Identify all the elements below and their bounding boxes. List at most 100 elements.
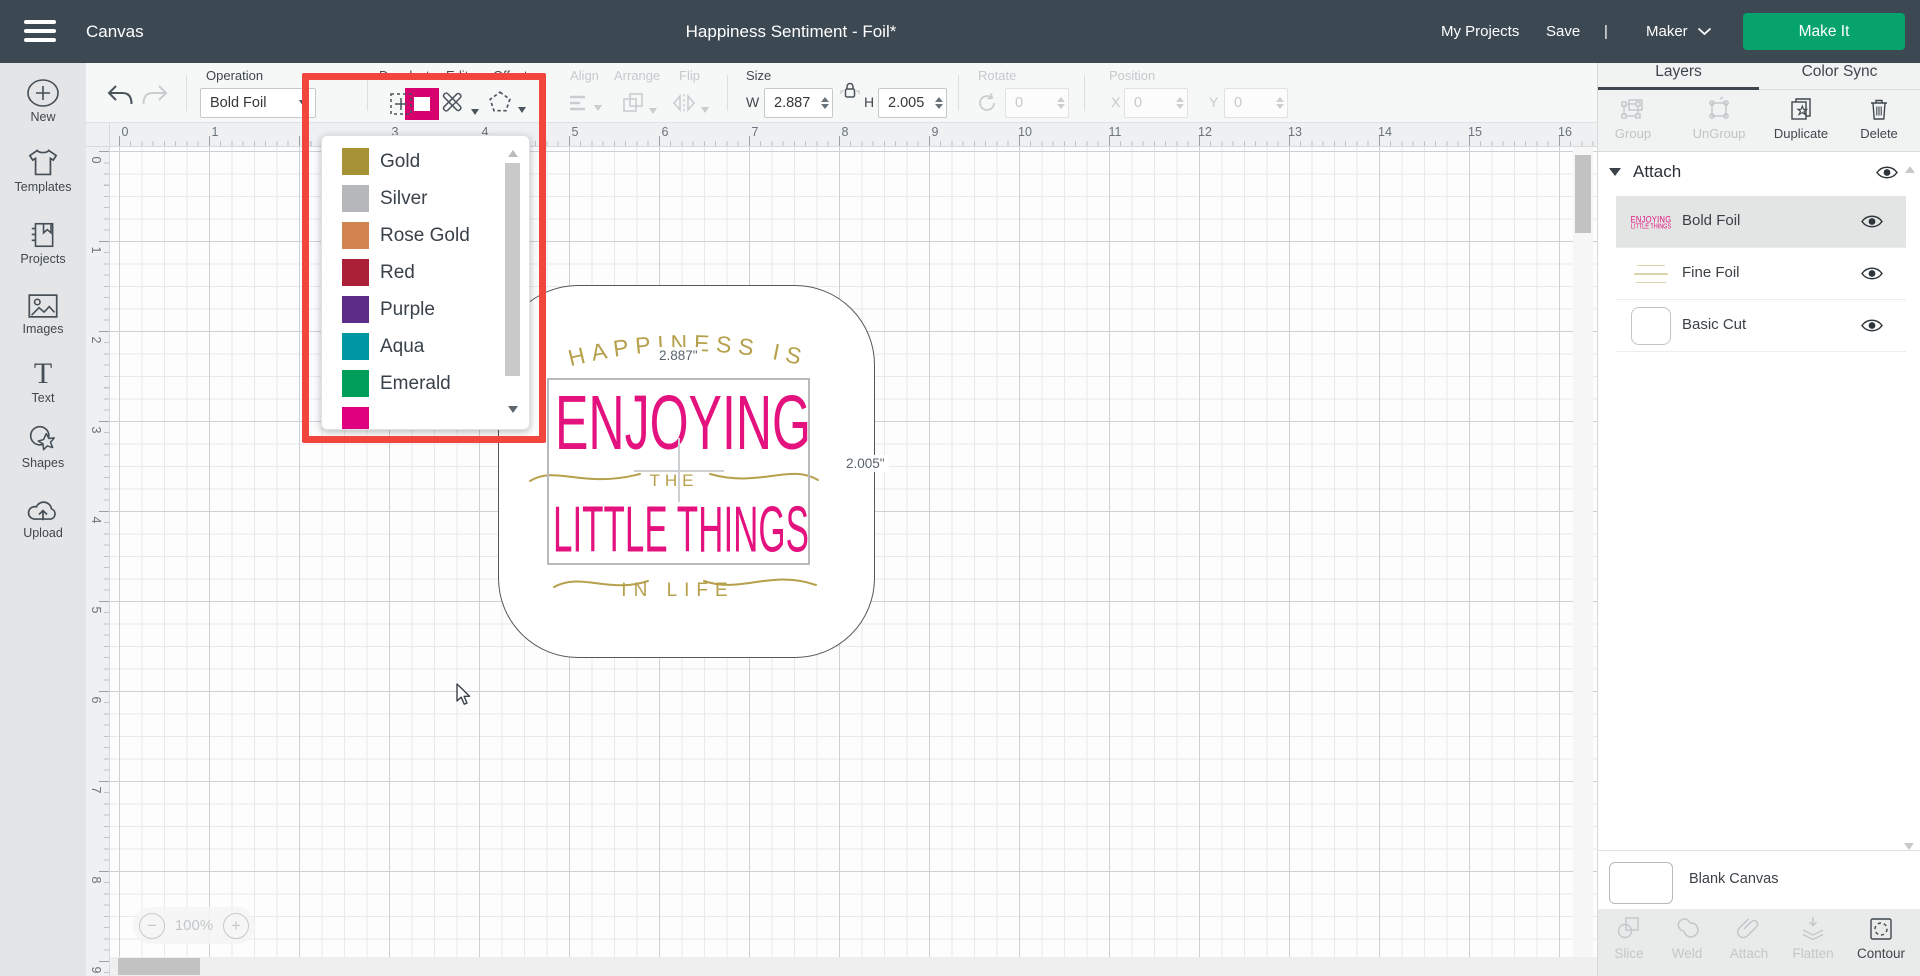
align-button[interactable] bbox=[568, 94, 602, 117]
position-x-input[interactable]: 0 bbox=[1124, 88, 1188, 118]
sidebar-item-upload[interactable]: Upload bbox=[0, 496, 86, 558]
sidebar-item-images[interactable]: Images bbox=[0, 292, 86, 354]
layer-row-basic-cut[interactable]: Basic Cut bbox=[1616, 300, 1906, 352]
ungroup-button[interactable]: UnGroup bbox=[1684, 96, 1754, 141]
tab-color-sync[interactable]: Color Sync bbox=[1759, 63, 1920, 90]
hamburger-menu-icon[interactable] bbox=[24, 20, 56, 43]
zoom-in-button[interactable]: + bbox=[223, 913, 249, 939]
dropdown-scrollbar-thumb[interactable] bbox=[505, 163, 520, 376]
edit-button[interactable] bbox=[439, 90, 479, 121]
rotate-stepper[interactable] bbox=[1053, 89, 1068, 117]
color-swatch bbox=[342, 148, 369, 175]
flatten-button[interactable]: Flatten bbox=[1784, 915, 1842, 961]
rotate-button[interactable] bbox=[976, 92, 998, 119]
size-lock-button[interactable] bbox=[839, 80, 861, 107]
sidebar-item-projects[interactable]: Projects bbox=[0, 220, 86, 282]
width-stepper[interactable] bbox=[817, 89, 832, 117]
ruler-number: 9 bbox=[926, 125, 944, 139]
sidebar-item-templates[interactable]: Templates bbox=[0, 148, 86, 210]
scroll-down-icon[interactable] bbox=[508, 406, 518, 413]
color-option-partial[interactable] bbox=[322, 402, 529, 430]
panel-scroll-down-icon[interactable] bbox=[1904, 843, 1914, 850]
layer-row-bold-foil[interactable]: ENJOYING LITTLE THINGS Bold Foil bbox=[1616, 196, 1906, 248]
position-label: Position bbox=[1109, 68, 1155, 83]
zoom-level: 100% bbox=[175, 917, 213, 934]
zoom-out-button[interactable]: − bbox=[139, 913, 165, 939]
ruler-number: 8 bbox=[836, 125, 854, 139]
machine-select[interactable]: Maker bbox=[1646, 0, 1712, 63]
deselect-button[interactable] bbox=[389, 92, 413, 121]
color-option-gold[interactable]: Gold bbox=[322, 143, 529, 180]
sidebar-item-shapes[interactable]: Shapes bbox=[0, 424, 86, 486]
canvas-background-row: Blank Canvas bbox=[1598, 850, 1920, 909]
delete-button[interactable]: Delete bbox=[1844, 96, 1914, 141]
eye-visibility-icon[interactable] bbox=[1860, 317, 1884, 339]
foil-color-dropdown: Gold Silver Rose Gold Red Purple Aqua Em… bbox=[321, 135, 530, 430]
ruler-number: 1 bbox=[89, 242, 103, 258]
horizontal-scrollbar-thumb[interactable] bbox=[118, 958, 200, 975]
contour-button[interactable]: Contour bbox=[1852, 915, 1910, 961]
slice-button[interactable]: Slice bbox=[1600, 915, 1658, 961]
rotate-input[interactable]: 0 bbox=[1005, 88, 1069, 118]
tab-layers[interactable]: Layers bbox=[1598, 63, 1759, 90]
vertical-scrollbar[interactable] bbox=[1573, 147, 1593, 957]
align-label: Align bbox=[570, 68, 599, 83]
width-input[interactable]: 2.887 bbox=[764, 88, 833, 118]
eye-visibility-icon[interactable] bbox=[1875, 164, 1899, 186]
scroll-up-icon[interactable] bbox=[508, 150, 518, 157]
deselect-label: Deselect bbox=[379, 68, 430, 83]
position-x-label: X bbox=[1111, 94, 1120, 110]
position-x-stepper[interactable] bbox=[1172, 89, 1187, 117]
save-link[interactable]: Save bbox=[1546, 0, 1580, 63]
flip-button[interactable] bbox=[671, 92, 709, 119]
my-projects-link[interactable]: My Projects bbox=[1441, 0, 1519, 63]
selection-bounding-box[interactable] bbox=[547, 378, 810, 565]
horizontal-scrollbar[interactable] bbox=[110, 957, 1597, 976]
color-option-emerald[interactable]: Emerald bbox=[322, 365, 529, 402]
vertical-scrollbar-thumb[interactable] bbox=[1575, 155, 1591, 233]
chevron-down-icon bbox=[518, 107, 526, 113]
position-y-stepper[interactable] bbox=[1272, 89, 1287, 117]
redo-button[interactable] bbox=[141, 83, 169, 112]
edit-label: Edit bbox=[446, 68, 468, 83]
operation-dropdown[interactable]: Bold Foil bbox=[200, 88, 316, 118]
color-option-silver[interactable]: Silver bbox=[322, 180, 529, 217]
chevron-down-icon bbox=[471, 109, 479, 115]
undo-button[interactable] bbox=[106, 83, 134, 112]
group-icon bbox=[1620, 96, 1646, 122]
project-book-icon bbox=[28, 220, 58, 250]
make-it-button[interactable]: Make It bbox=[1743, 13, 1905, 50]
dropdown-scrollbar[interactable] bbox=[505, 146, 520, 421]
panel-tabs: Layers Color Sync bbox=[1598, 63, 1920, 90]
size-w-label: W bbox=[746, 94, 759, 110]
sidebar-item-new[interactable]: New bbox=[0, 78, 86, 140]
eye-visibility-icon[interactable] bbox=[1860, 265, 1884, 287]
collapse-caret-icon[interactable] bbox=[1609, 168, 1621, 176]
offset-button[interactable] bbox=[488, 90, 526, 119]
group-button[interactable]: Group bbox=[1598, 96, 1668, 141]
ungroup-icon bbox=[1706, 96, 1732, 122]
ruler-number: 7 bbox=[89, 782, 103, 798]
position-y-input[interactable]: 0 bbox=[1224, 88, 1288, 118]
attach-button[interactable]: Attach bbox=[1720, 915, 1778, 961]
sidebar-item-text[interactable]: T Text bbox=[0, 359, 86, 421]
panel-scroll-up-icon[interactable] bbox=[1905, 166, 1915, 173]
redo-icon bbox=[141, 83, 169, 107]
height-stepper[interactable] bbox=[931, 89, 946, 117]
canvas-menu-label[interactable]: Canvas bbox=[86, 0, 144, 63]
attach-group-header[interactable]: Attach bbox=[1598, 152, 1920, 196]
color-option-purple[interactable]: Purple bbox=[322, 291, 529, 328]
blank-canvas-swatch[interactable] bbox=[1609, 862, 1673, 904]
layer-row-fine-foil[interactable]: Fine Foil bbox=[1616, 248, 1906, 300]
width-value: 2.887 bbox=[765, 95, 817, 111]
arrange-button[interactable] bbox=[621, 91, 657, 120]
weld-icon bbox=[1674, 915, 1700, 943]
color-option-red[interactable]: Red bbox=[322, 254, 529, 291]
weld-button[interactable]: Weld bbox=[1658, 915, 1716, 961]
eye-visibility-icon[interactable] bbox=[1860, 213, 1884, 235]
vertical-ruler: 0 1 2 3 4 5 6 7 8 9 bbox=[86, 147, 110, 976]
color-option-rose-gold[interactable]: Rose Gold bbox=[322, 217, 529, 254]
height-input[interactable]: 2.005 bbox=[878, 88, 947, 118]
color-option-aqua[interactable]: Aqua bbox=[322, 328, 529, 365]
duplicate-button[interactable]: Duplicate bbox=[1766, 96, 1836, 141]
